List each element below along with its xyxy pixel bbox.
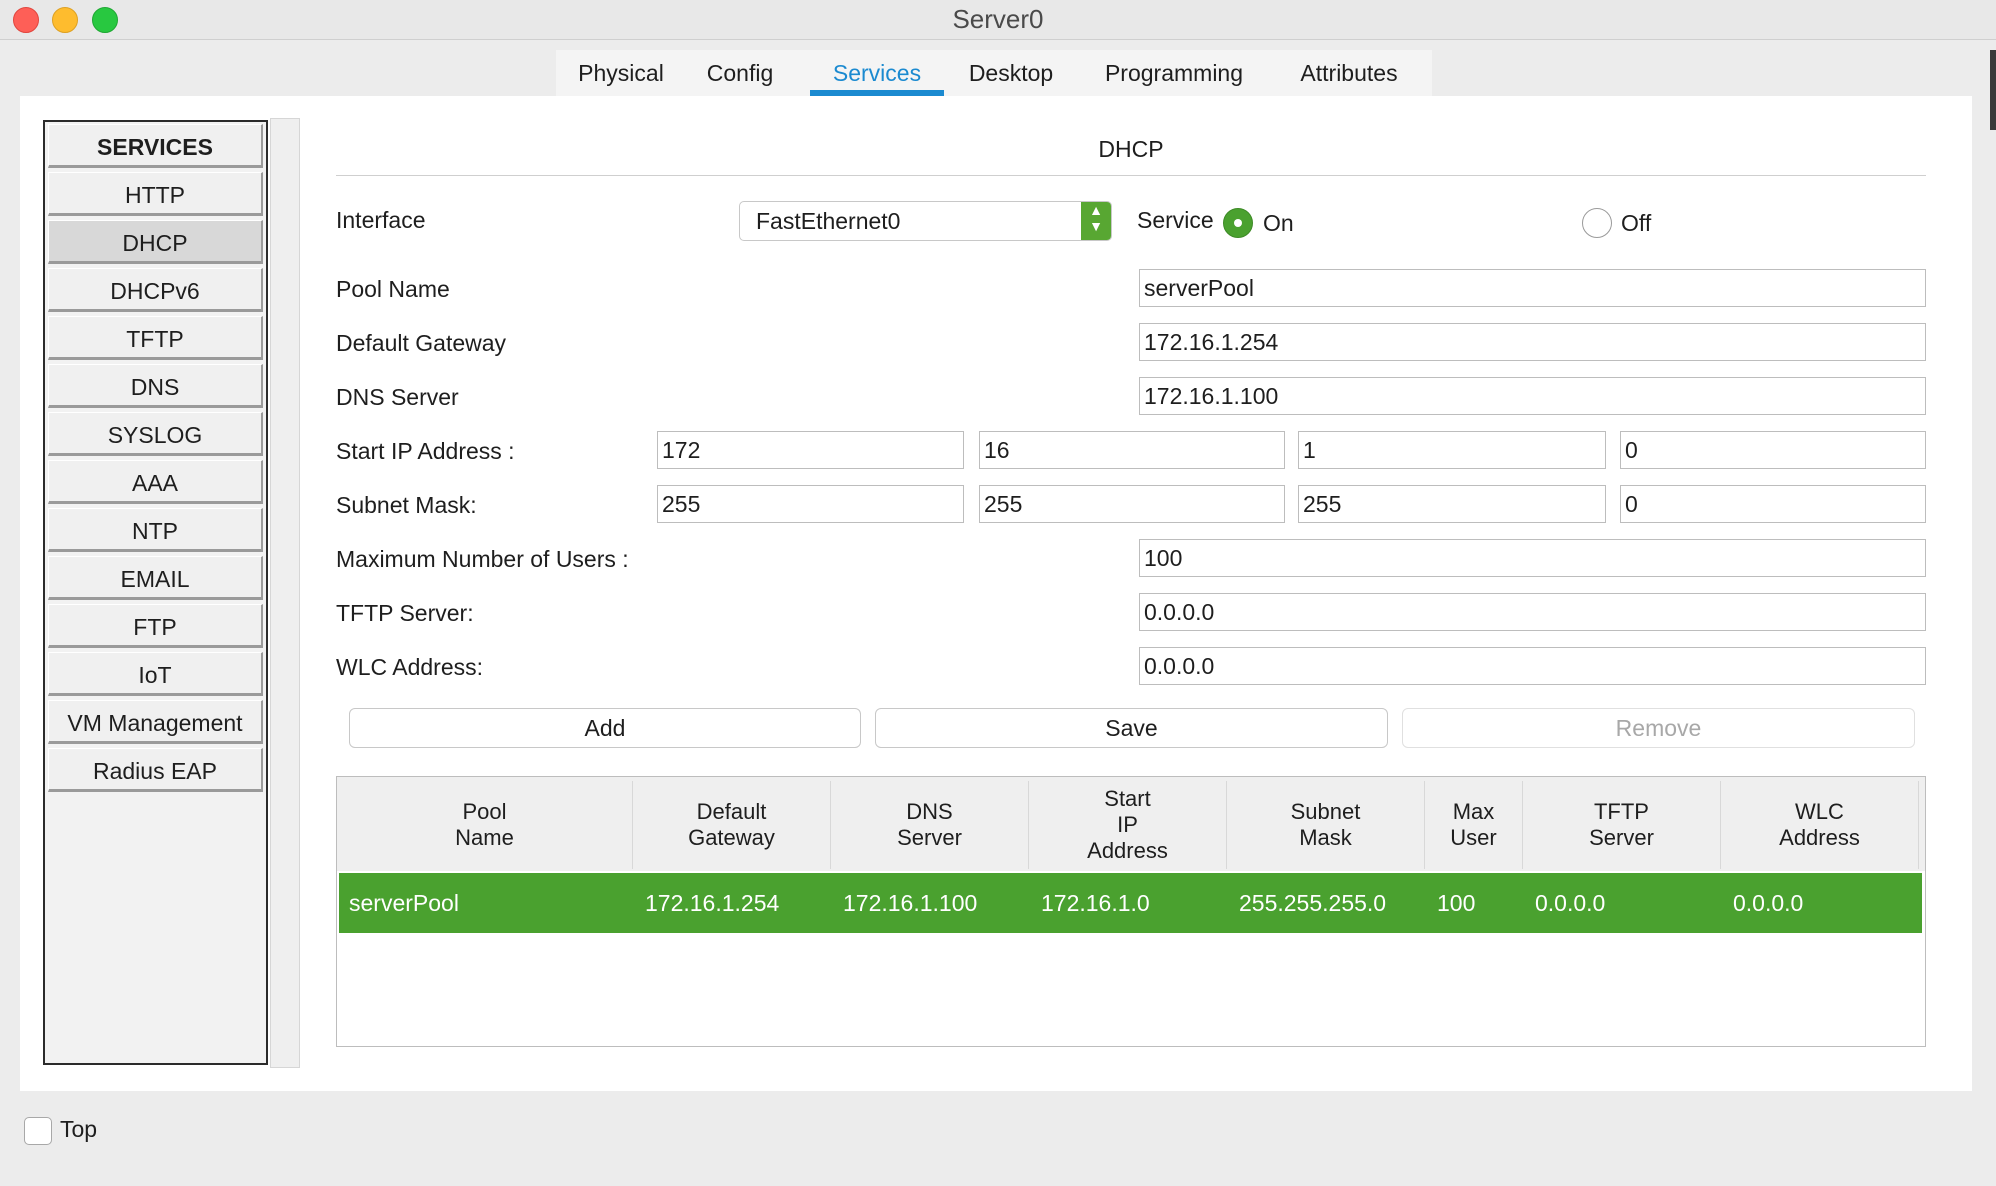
wlc-address-field[interactable]: 0.0.0.0: [1139, 647, 1926, 685]
sidebar-item-iot[interactable]: IoT: [48, 652, 263, 696]
top-checkbox[interactable]: [24, 1117, 52, 1145]
wlc-address-label: WLC Address:: [336, 654, 483, 680]
cell-start-ip: 172.16.1.0: [1041, 890, 1150, 916]
start-ip-octet-4[interactable]: 0: [1620, 431, 1926, 469]
sidebar-item-aaa[interactable]: AAA: [48, 460, 263, 504]
tab-bar: Physical Config Services Desktop Program…: [556, 50, 1432, 96]
default-gateway-label: Default Gateway: [336, 330, 507, 356]
col-tftp-server: TFTP Server: [1523, 781, 1721, 869]
dns-server-field[interactable]: 172.16.1.100: [1139, 377, 1926, 415]
service-label: Service: [1137, 207, 1214, 233]
sidebar-item-syslog[interactable]: SYSLOG: [48, 412, 263, 456]
top-checkbox-label: Top: [60, 1116, 98, 1142]
default-gateway-field[interactable]: 172.16.1.254: [1139, 323, 1926, 361]
cell-pool-name: serverPool: [349, 890, 459, 916]
subnet-mask-octet-2[interactable]: 255: [979, 485, 1285, 523]
cell-dns-server: 172.16.1.100: [843, 890, 978, 916]
col-wlc-address: WLC Address: [1721, 781, 1919, 869]
cell-subnet-mask: 255.255.255.0: [1239, 890, 1387, 916]
tab-physical[interactable]: Physical: [556, 50, 686, 96]
tftp-server-label: TFTP Server:: [336, 600, 474, 626]
window-edge: [1990, 50, 1996, 130]
sidebar-item-email[interactable]: EMAIL: [48, 556, 263, 600]
service-off-radio[interactable]: [1582, 208, 1612, 238]
dhcp-pools-table: Pool Name Default Gateway DNS Server Sta…: [336, 776, 1926, 1047]
add-button[interactable]: Add: [349, 708, 861, 748]
start-ip-octet-2[interactable]: 16: [979, 431, 1285, 469]
col-default-gateway: Default Gateway: [633, 781, 831, 869]
radio-dot-icon: [1234, 219, 1242, 227]
col-subnet-mask: Subnet Mask: [1227, 781, 1425, 869]
sidebar-item-dhcp[interactable]: DHCP: [48, 220, 263, 264]
pool-name-field[interactable]: serverPool: [1139, 269, 1926, 307]
sidebar-item-dhcpv6[interactable]: DHCPv6: [48, 268, 263, 312]
sidebar-item-dns[interactable]: DNS: [48, 364, 263, 408]
sidebar-item-tftp[interactable]: TFTP: [48, 316, 263, 360]
max-users-field[interactable]: 100: [1139, 539, 1926, 577]
service-on-label: On: [1263, 210, 1294, 236]
col-dns-server: DNS Server: [831, 781, 1029, 869]
pool-name-label: Pool Name: [336, 276, 450, 302]
interface-select[interactable]: FastEthernet0 ▲ ▼: [739, 201, 1112, 241]
start-ip-octet-1[interactable]: 172: [657, 431, 964, 469]
col-start-ip-address: Start IP Address: [1029, 781, 1227, 869]
select-stepper-icon: ▲ ▼: [1081, 202, 1111, 240]
tab-config[interactable]: Config: [686, 50, 794, 96]
service-on-radio[interactable]: [1223, 208, 1253, 238]
cell-wlc-address: 0.0.0.0: [1733, 890, 1804, 916]
max-users-label: Maximum Number of Users :: [336, 546, 629, 572]
section-title: DHCP: [1098, 136, 1164, 162]
table-row[interactable]: serverPool 172.16.1.254 172.16.1.100 172…: [339, 873, 1922, 933]
subnet-mask-octet-3[interactable]: 255: [1298, 485, 1606, 523]
start-ip-label: Start IP Address :: [336, 438, 515, 464]
tab-programming[interactable]: Programming: [1084, 50, 1264, 96]
tab-attributes[interactable]: Attributes: [1272, 50, 1426, 96]
sidebar-header: SERVICES: [48, 124, 263, 168]
sidebar-item-vm-management[interactable]: VM Management: [48, 700, 263, 744]
services-sidebar: SERVICES HTTP DHCP DHCPv6 TFTP DNS SYSLO…: [43, 120, 268, 1065]
col-pool-name: Pool Name: [337, 781, 633, 869]
section-divider: [336, 175, 1926, 176]
tftp-server-field[interactable]: 0.0.0.0: [1139, 593, 1926, 631]
subnet-mask-octet-4[interactable]: 0: [1620, 485, 1926, 523]
title-bar: Server0: [0, 0, 1996, 40]
cell-default-gateway: 172.16.1.254: [645, 890, 780, 916]
sidebar-item-ftp[interactable]: FTP: [48, 604, 263, 648]
tab-services-label: Services: [832, 60, 922, 86]
remove-button[interactable]: Remove: [1402, 708, 1915, 748]
sidebar-item-ntp[interactable]: NTP: [48, 508, 263, 552]
save-button[interactable]: Save: [875, 708, 1388, 748]
sidebar-item-http[interactable]: HTTP: [48, 172, 263, 216]
interface-select-value: FastEthernet0: [756, 208, 901, 234]
sidebar-scrollbar[interactable]: [270, 118, 300, 1068]
cell-max-user: 100: [1437, 890, 1476, 916]
tab-services[interactable]: Services: [810, 50, 944, 96]
sidebar-item-radius-eap[interactable]: Radius EAP: [48, 748, 263, 792]
start-ip-octet-3[interactable]: 1: [1298, 431, 1606, 469]
col-max-user: Max User: [1425, 781, 1523, 869]
subnet-mask-octet-1[interactable]: 255: [657, 485, 964, 523]
service-off-label: Off: [1621, 210, 1652, 236]
interface-label: Interface: [336, 207, 426, 233]
subnet-mask-label: Subnet Mask:: [336, 492, 477, 518]
dns-server-label: DNS Server: [336, 384, 459, 410]
tab-desktop[interactable]: Desktop: [952, 50, 1070, 96]
window-title: Server0: [952, 4, 1044, 34]
cell-tftp-server: 0.0.0.0: [1535, 890, 1606, 916]
